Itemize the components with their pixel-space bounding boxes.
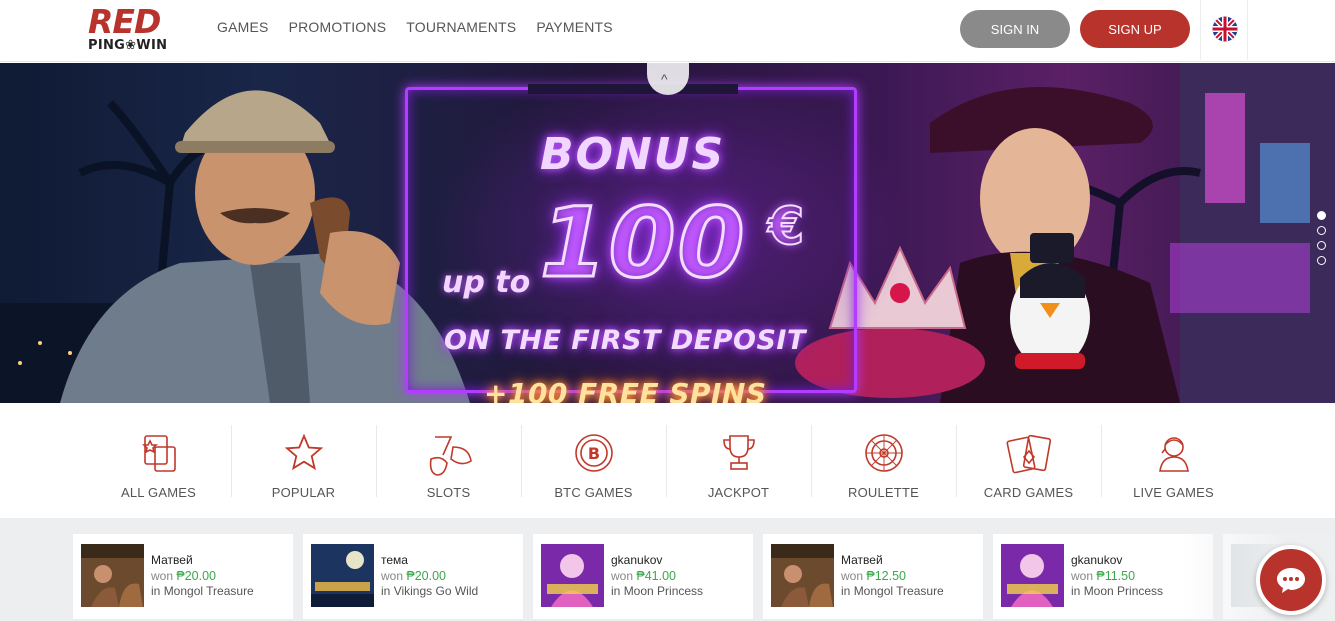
category-slots[interactable]: SLOTS	[376, 423, 521, 503]
winner-amount-line: won ₱41.00	[611, 569, 676, 583]
category-btc-games[interactable]: B BTC GAMES	[521, 423, 666, 503]
winner-name: gkanukov	[1071, 553, 1123, 567]
cards-stars-icon	[141, 435, 176, 472]
winner-amount: ₱20.00	[176, 569, 216, 583]
chat-bubble-icon	[1277, 568, 1305, 593]
nav-tournaments[interactable]: TOURNAMENTS	[406, 19, 516, 35]
winner-name: Матвей	[841, 553, 883, 567]
winner-card[interactable]: Матвей won ₱20.00 in Mongol Treasure	[73, 534, 293, 619]
nav-promotions[interactable]: PROMOTIONS	[289, 19, 387, 35]
winner-amount-line: won ₱11.50	[1071, 569, 1136, 583]
winner-amount: ₱11.50	[1096, 569, 1136, 583]
winner-game-line: in Vikings Go Wild	[381, 584, 479, 598]
nav-payments[interactable]: PAYMENTS	[536, 19, 613, 35]
category-label: ALL GAMES	[120, 485, 196, 500]
bitcoin-icon: B	[574, 434, 613, 472]
winner-card[interactable]: тема won ₱20.00 in Vikings Go Wild	[303, 534, 523, 619]
star-icon	[284, 433, 323, 471]
banner-amount-text: 100	[538, 186, 747, 301]
category-popular[interactable]: POPULAR	[231, 423, 376, 503]
winner-amount-line: won ₱20.00	[381, 569, 446, 583]
slider-dot-4[interactable]	[1317, 256, 1326, 265]
winner-game: Mongol Treasure	[163, 584, 254, 598]
logo-sub-text: PING❀WIN	[88, 38, 168, 53]
winner-name: Матвей	[151, 553, 193, 567]
main-nav: GAMES PROMOTIONS TOURNAMENTS PAYMENTS	[217, 19, 613, 35]
svg-text:B: B	[587, 444, 599, 463]
slider-dots	[1317, 211, 1326, 265]
recent-winners: Матвей won ₱20.00 in Mongol Treasure тем…	[0, 518, 1335, 621]
winner-game: Vikings Go Wild	[393, 584, 479, 598]
category-label: POPULAR	[271, 485, 336, 500]
winner-card[interactable]: gkanukov won ₱41.00 in Moon Princess	[533, 534, 753, 619]
nav-games[interactable]: GAMES	[217, 19, 269, 35]
winner-amount-line: won ₱12.50	[841, 569, 906, 583]
category-label: SLOTS	[426, 485, 471, 500]
winner-game-line: in Mongol Treasure	[841, 584, 944, 598]
slider-dot-1[interactable]	[1317, 211, 1326, 220]
winner-game: Mongol Treasure	[853, 584, 944, 598]
slider-dot-2[interactable]	[1317, 226, 1326, 235]
banner-bonus-text: BONUS	[540, 129, 726, 180]
game-categories: ALL GAMES POPULAR SLOTS B BTC GAMES JACK…	[0, 403, 1335, 518]
winner-game-line: in Moon Princess	[1071, 584, 1164, 598]
sign-up-button[interactable]: SIGN UP	[1080, 10, 1190, 48]
winner-name: тема	[381, 553, 408, 567]
banner-spins-text: +100 FREE SPINS	[484, 377, 767, 403]
category-live-games[interactable]: LIVE GAMES	[1101, 423, 1246, 503]
winner-game: Moon Princess	[1083, 584, 1164, 598]
winner-card[interactable]: Матвей won ₱12.50 in Mongol Treasure	[763, 534, 983, 619]
category-roulette[interactable]: ROULETTE	[811, 423, 956, 503]
playing-cards-icon	[1005, 434, 1051, 474]
moon-princess-thumb	[1001, 544, 1064, 607]
trophy-icon	[722, 435, 755, 470]
winner-game-line: in Mongol Treasure	[151, 584, 254, 598]
mongol-treasure-thumb	[81, 544, 144, 607]
category-label: JACKPOT	[707, 485, 770, 500]
banner-deposit-text: ON THE FIRST DEPOSIT	[444, 325, 806, 356]
winner-amount: ₱41.00	[636, 569, 676, 583]
category-card-games[interactable]: CARD GAMES	[956, 423, 1101, 503]
banner-currency-text: €	[767, 196, 805, 258]
roulette-icon	[864, 434, 903, 472]
winner-game-line: in Moon Princess	[611, 584, 704, 598]
winner-name: gkanukov	[611, 553, 663, 567]
mongol-treasure-thumb	[771, 544, 834, 607]
category-all-games[interactable]: ALL GAMES	[86, 423, 231, 503]
category-label: ROULETTE	[848, 485, 919, 500]
sign-in-button[interactable]: SIGN IN	[960, 10, 1070, 48]
moon-princess-thumb	[541, 544, 604, 607]
banner-upto-text: up to	[442, 265, 531, 300]
winner-amount: ₱20.00	[406, 569, 446, 583]
category-label: BTC GAMES	[554, 485, 633, 500]
slider-dot-3[interactable]	[1317, 241, 1326, 250]
winner-amount-line: won ₱20.00	[151, 569, 216, 583]
promo-banner[interactable]: BONUS 100 € up to ON THE FIRST DEPOSIT +…	[0, 63, 1335, 403]
vikings-go-wild-thumb	[311, 544, 374, 607]
live-dealer-icon	[1158, 437, 1189, 472]
site-logo[interactable]: RED PING❀WIN	[88, 2, 188, 58]
chevron-up-icon: ^	[661, 71, 668, 87]
category-label: CARD GAMES	[983, 485, 1074, 500]
winner-amount: ₱12.50	[866, 569, 906, 583]
logo-main-text: RED	[88, 2, 161, 41]
winner-game: Moon Princess	[623, 584, 704, 598]
site-header: RED PING❀WIN GAMES PROMOTIONS TOURNAMENT…	[0, 0, 1335, 62]
category-jackpot[interactable]: JACKPOT	[666, 423, 811, 503]
live-chat-button[interactable]	[1256, 545, 1326, 615]
language-selector[interactable]	[1200, 0, 1248, 60]
category-label: LIVE GAMES	[1133, 485, 1214, 500]
uk-flag-icon	[1212, 16, 1238, 42]
fruits-icon	[429, 436, 472, 476]
